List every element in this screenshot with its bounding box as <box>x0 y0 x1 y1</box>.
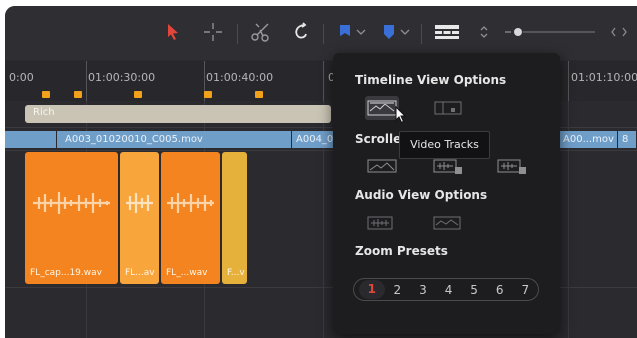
zoom-range-icon[interactable] <box>609 20 629 44</box>
timeline-marker[interactable] <box>255 91 263 98</box>
timecode-label: 0:00 <box>9 71 34 84</box>
timecode-label: 01:01:10:00 <box>571 71 637 84</box>
timeline-view-options-heading: Timeline View Options <box>355 73 507 87</box>
video-track-2-icon <box>497 159 526 174</box>
marker-dropdown-chevron-icon[interactable] <box>398 20 412 44</box>
subtitle-tracks-button[interactable] <box>431 96 465 120</box>
toolbar-separator <box>421 24 422 44</box>
timeline-view-options-icon[interactable] <box>431 20 463 44</box>
expand-chevrons-icon[interactable] <box>477 20 491 44</box>
audio-clip-label: F...v <box>227 268 245 278</box>
zoom-preset-2[interactable]: 2 <box>385 283 411 297</box>
zoom-slider[interactable] <box>503 20 597 44</box>
blue-flag-icon[interactable] <box>335 20 355 44</box>
audio-clip[interactable]: FL_...wav <box>161 152 220 284</box>
ruler-tick <box>568 61 569 101</box>
timeline-view-options-popup: Timeline View Options Scroller Audio Vie… <box>333 53 560 334</box>
audio-clip-label: FL_cap...19.wav <box>30 268 102 278</box>
timeline-marker[interactable] <box>204 91 212 98</box>
title-clip[interactable]: Rich <box>25 105 331 123</box>
stacked-timelines-icon <box>367 100 397 116</box>
audio-waveform-icon <box>367 216 393 230</box>
blue-marker-icon[interactable] <box>380 20 398 44</box>
single-scroller-icon <box>367 159 397 173</box>
video-tracks-tooltip: Video Tracks <box>399 131 490 159</box>
title-clip-label: Rich <box>33 107 55 118</box>
toolbar-separator <box>237 24 238 44</box>
crosshair-icon[interactable] <box>201 20 225 44</box>
zoom-preset-3[interactable]: 3 <box>410 283 436 297</box>
audio-waveform-button[interactable] <box>365 211 399 235</box>
full-waveform-icon <box>433 216 461 230</box>
scroller-single-button[interactable] <box>365 154 399 178</box>
zoom-preset-7[interactable]: 7 <box>512 283 538 297</box>
snap-hook-icon[interactable] <box>290 20 312 44</box>
zoom-presets-heading: Zoom Presets <box>355 244 448 258</box>
video-track-1-icon <box>433 159 462 174</box>
audio-view-options-heading: Audio View Options <box>355 188 488 202</box>
pointer-arrow-icon[interactable] <box>163 20 183 44</box>
zoom-preset-5[interactable]: 5 <box>461 283 487 297</box>
video-clip[interactable]: A003_01020010_C005.mov <box>57 131 292 148</box>
timecode-label: 01:00:30:00 <box>88 71 156 84</box>
audio-clip-label: FL...av <box>125 268 155 278</box>
audio-waveform <box>167 193 214 213</box>
video-clip[interactable]: A004_0 <box>292 131 338 148</box>
timeline-toolbar <box>5 6 637 60</box>
scissors-icon[interactable] <box>248 20 274 44</box>
zoom-preset-6[interactable]: 6 <box>487 283 513 297</box>
zoom-preset-4[interactable]: 4 <box>436 283 462 297</box>
ruler-tick <box>86 61 87 101</box>
audio-clip[interactable]: F...v <box>222 152 247 284</box>
timeline-marker[interactable] <box>42 91 50 98</box>
subtitle-tracks-icon <box>434 101 462 115</box>
timeline-marker[interactable] <box>74 91 82 98</box>
toolbar-separator <box>323 24 324 44</box>
flag-dropdown-chevron-icon[interactable] <box>354 20 368 44</box>
zoom-presets-selector[interactable]: 1 2 3 4 5 6 7 <box>353 278 539 301</box>
mouse-cursor-icon <box>395 106 407 124</box>
stacked-timelines-button[interactable] <box>365 96 399 120</box>
audio-waveform <box>126 193 153 213</box>
audio-waveform <box>33 192 110 214</box>
audio-clip[interactable]: FL...av <box>120 152 159 284</box>
audio-full-waveform-button[interactable] <box>431 211 465 235</box>
zoom-preset-1[interactable]: 1 <box>359 280 385 299</box>
timecode-label: 01:00:40:00 <box>206 71 274 84</box>
audio-clip-label: FL_...wav <box>166 268 208 278</box>
ruler-tick <box>323 61 324 101</box>
audio-clip[interactable]: FL_cap...19.wav <box>25 152 118 284</box>
scroller-track-2-button[interactable] <box>495 154 529 178</box>
video-clip[interactable]: 8 <box>618 131 637 148</box>
video-clip[interactable] <box>5 131 57 148</box>
timeline-marker[interactable] <box>134 91 142 98</box>
video-clip[interactable]: A00...mov <box>559 131 618 148</box>
